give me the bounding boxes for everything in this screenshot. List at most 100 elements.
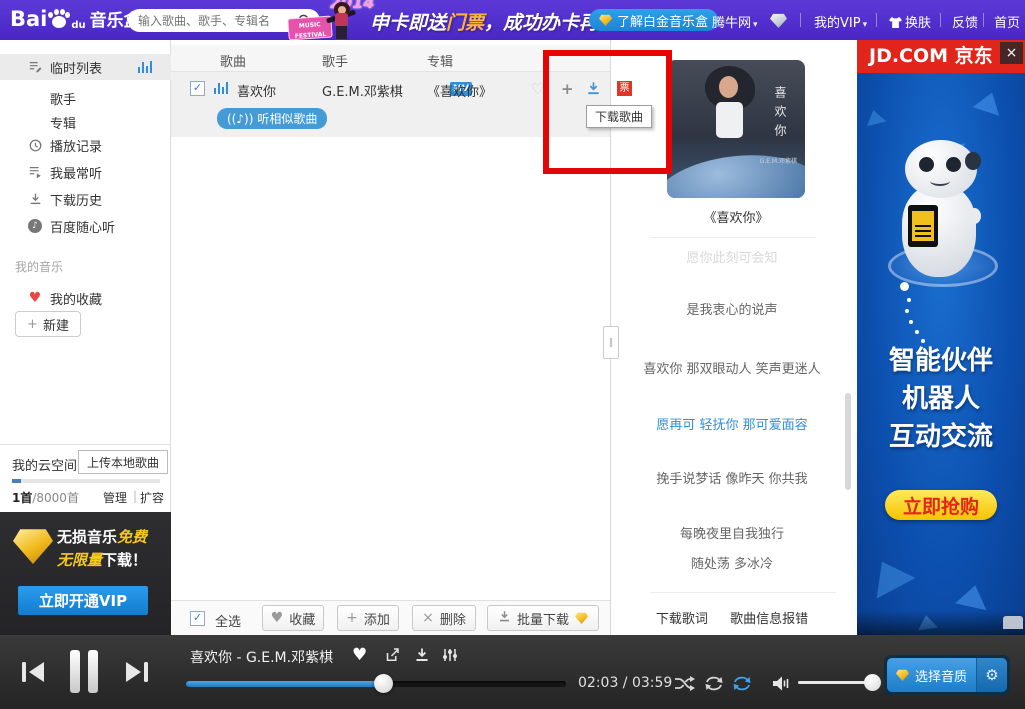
- album-art-artist: G.E.M.邓紫棋: [760, 156, 797, 165]
- top-bar: Bai du 音乐盒 2014 MUSIC FESTIVAL 申卡即送门票，成功…: [0, 0, 1025, 40]
- robot-eye: [919, 157, 934, 172]
- ad-corner-tab: [1003, 616, 1023, 629]
- ad-text-line3: 互动交流: [857, 416, 1025, 453]
- guitarist-image: [322, 0, 366, 40]
- volume-icon[interactable]: [772, 675, 792, 696]
- lyric-line: 每晚夜里自我独行: [612, 523, 852, 542]
- promo-banner-text[interactable]: 申卡即送门票，成功办卡再: [370, 8, 598, 35]
- upload-local-songs-button[interactable]: 上传本地歌曲: [78, 450, 168, 474]
- next-track-button[interactable]: [124, 660, 150, 688]
- shirt-icon: [889, 17, 902, 28]
- baidu-paw-icon: [48, 9, 70, 29]
- ad-text-line2: 机器人: [857, 378, 1025, 415]
- my-music-section-header: 我的音乐: [15, 258, 63, 275]
- sidebar-item-download-history[interactable]: 下载历史: [0, 186, 171, 212]
- cloud-usage-text: 1首/8000首: [12, 489, 79, 506]
- loop-icon-active[interactable]: [732, 675, 752, 696]
- column-song[interactable]: 歌曲: [220, 51, 246, 70]
- repeat-one-icon[interactable]: [704, 675, 724, 696]
- favorite-heart-icon[interactable]: ♥: [352, 645, 367, 665]
- list-icon: [27, 60, 43, 74]
- seek-bar-progress: [186, 681, 383, 687]
- sidebar-item-temp-list[interactable]: 临时列表: [0, 54, 171, 80]
- favorite-button[interactable]: ♥ 收藏: [262, 605, 324, 631]
- vip-gem-icon: [575, 612, 588, 624]
- platinum-music-button[interactable]: 了解白金音乐盒: [589, 9, 718, 31]
- now-playing-equalizer-icon: [138, 61, 152, 73]
- song-title[interactable]: 喜欢你: [237, 81, 276, 100]
- lyric-line: 愿你此刻可会知: [612, 247, 852, 266]
- previous-track-button[interactable]: [20, 660, 46, 688]
- list-footer-toolbar: ✓ 全选 ♥ 收藏 + 添加 × 删除 批量下载: [171, 600, 610, 635]
- cloud-expand-link[interactable]: 扩容: [140, 489, 164, 506]
- robot-eye: [946, 157, 961, 172]
- select-quality-button[interactable]: 选择音质: [887, 658, 976, 692]
- close-ad-icon[interactable]: ×: [1000, 42, 1023, 64]
- listen-similar-button[interactable]: ((♪)) 听相似歌曲: [217, 108, 327, 129]
- sidebar-item-baidu-radio[interactable]: ♪ 百度随心听: [0, 213, 171, 239]
- song-artist[interactable]: G.E.M.邓紫棋: [322, 81, 403, 100]
- column-album[interactable]: 专辑: [427, 51, 453, 70]
- quality-settings-gear[interactable]: ⚙: [976, 658, 1007, 692]
- sidebar-item-favorites[interactable]: ♥ 我的收藏: [0, 285, 171, 311]
- cloud-space-title: 我的云空间: [12, 455, 77, 474]
- vip-ad-panel[interactable]: 无损音乐免费 无限量下载！ 立即开通VIP: [0, 512, 171, 635]
- now-playing-title[interactable]: 喜欢你 - G.E.M.邓紫棋: [190, 647, 333, 667]
- vip-diamond-icon[interactable]: [770, 13, 787, 28]
- tengniu-menu[interactable]: 腾牛网▾: [712, 12, 758, 31]
- change-skin-link[interactable]: 换肤: [889, 12, 931, 31]
- jd-ad-banner[interactable]: 智能伙伴 机器人 互动交流 立即抢购 JD.COM 京东 ×: [857, 40, 1025, 635]
- search-input[interactable]: [136, 13, 297, 29]
- time-display: 02:03 / 03:59: [578, 675, 672, 691]
- radio-note-icon: ♪: [27, 219, 43, 233]
- add-button[interactable]: + 添加: [337, 605, 399, 631]
- baidu-music-logo[interactable]: Bai du 音乐盒: [10, 6, 141, 31]
- sidebar-item-artists[interactable]: 歌手: [0, 85, 171, 111]
- heart-icon: ♥: [271, 610, 284, 626]
- logo-bai: Bai: [10, 7, 47, 31]
- seek-handle[interactable]: [374, 674, 393, 693]
- new-playlist-button[interactable]: + 新建: [15, 311, 81, 337]
- sound-wave-icon: ((♪)): [227, 112, 253, 126]
- plus-icon: +: [346, 610, 358, 626]
- select-all-checkbox[interactable]: ✓: [190, 611, 205, 626]
- heart-icon: ♥: [27, 290, 43, 306]
- home-link[interactable]: 首页: [994, 12, 1020, 31]
- open-vip-button[interactable]: 立即开通VIP: [18, 586, 148, 615]
- buy-now-button[interactable]: 立即抢购: [885, 490, 997, 520]
- chevron-down-icon: ▾: [863, 20, 868, 30]
- cloud-usage-progress-fill: [12, 479, 21, 483]
- download-tooltip: 下载歌曲: [586, 105, 652, 128]
- share-icon[interactable]: [384, 647, 401, 667]
- cloud-manage-link[interactable]: 管理: [103, 489, 127, 506]
- splitter-handle[interactable]: ‖: [603, 326, 619, 359]
- equalizer-settings-icon[interactable]: [442, 647, 458, 667]
- download-icon[interactable]: [414, 647, 430, 667]
- report-song-info-link[interactable]: 歌曲信息报错: [730, 612, 808, 627]
- select-all-label[interactable]: 全选: [215, 611, 241, 630]
- playing-equalizer-icon: [214, 82, 228, 94]
- download-icon: [27, 192, 43, 206]
- my-vip-menu[interactable]: 我的VIP▾: [814, 12, 867, 31]
- pause-button[interactable]: [70, 650, 98, 693]
- lyric-line: 是我衷心的说声: [612, 299, 852, 318]
- album-art[interactable]: 喜欢你 G.E.M.邓紫棋: [667, 60, 805, 198]
- row-checkbox[interactable]: ✓: [190, 81, 205, 96]
- gear-icon: ⚙: [985, 666, 998, 684]
- sidebar: 临时列表 歌手 专辑 播放记录 我最常听 下载历史 ♪ 百度随心听 我的音乐 ♥…: [0, 40, 171, 635]
- song-album[interactable]: 《喜欢你》: [427, 81, 492, 100]
- cloud-space-panel: 我的云空间 上传本地歌曲 1首/8000首 管理 | 扩容: [0, 444, 171, 445]
- shuffle-icon[interactable]: [674, 675, 696, 696]
- volume-handle[interactable]: [864, 674, 881, 691]
- sidebar-item-play-history[interactable]: 播放记录: [0, 132, 171, 158]
- feedback-link[interactable]: 反馈: [952, 12, 978, 31]
- column-artist[interactable]: 歌手: [322, 51, 348, 70]
- download-lyrics-link[interactable]: 下载歌词: [656, 612, 708, 627]
- sidebar-item-most-played[interactable]: 我最常听: [0, 159, 171, 185]
- gold-gem-icon: [13, 527, 53, 564]
- lyrics-scrollbar[interactable]: [845, 393, 851, 490]
- batch-download-button[interactable]: 批量下载: [487, 605, 599, 631]
- cloud-usage-progressbar: [12, 479, 160, 483]
- logo-du: du: [71, 20, 85, 31]
- delete-button[interactable]: × 删除: [412, 605, 476, 631]
